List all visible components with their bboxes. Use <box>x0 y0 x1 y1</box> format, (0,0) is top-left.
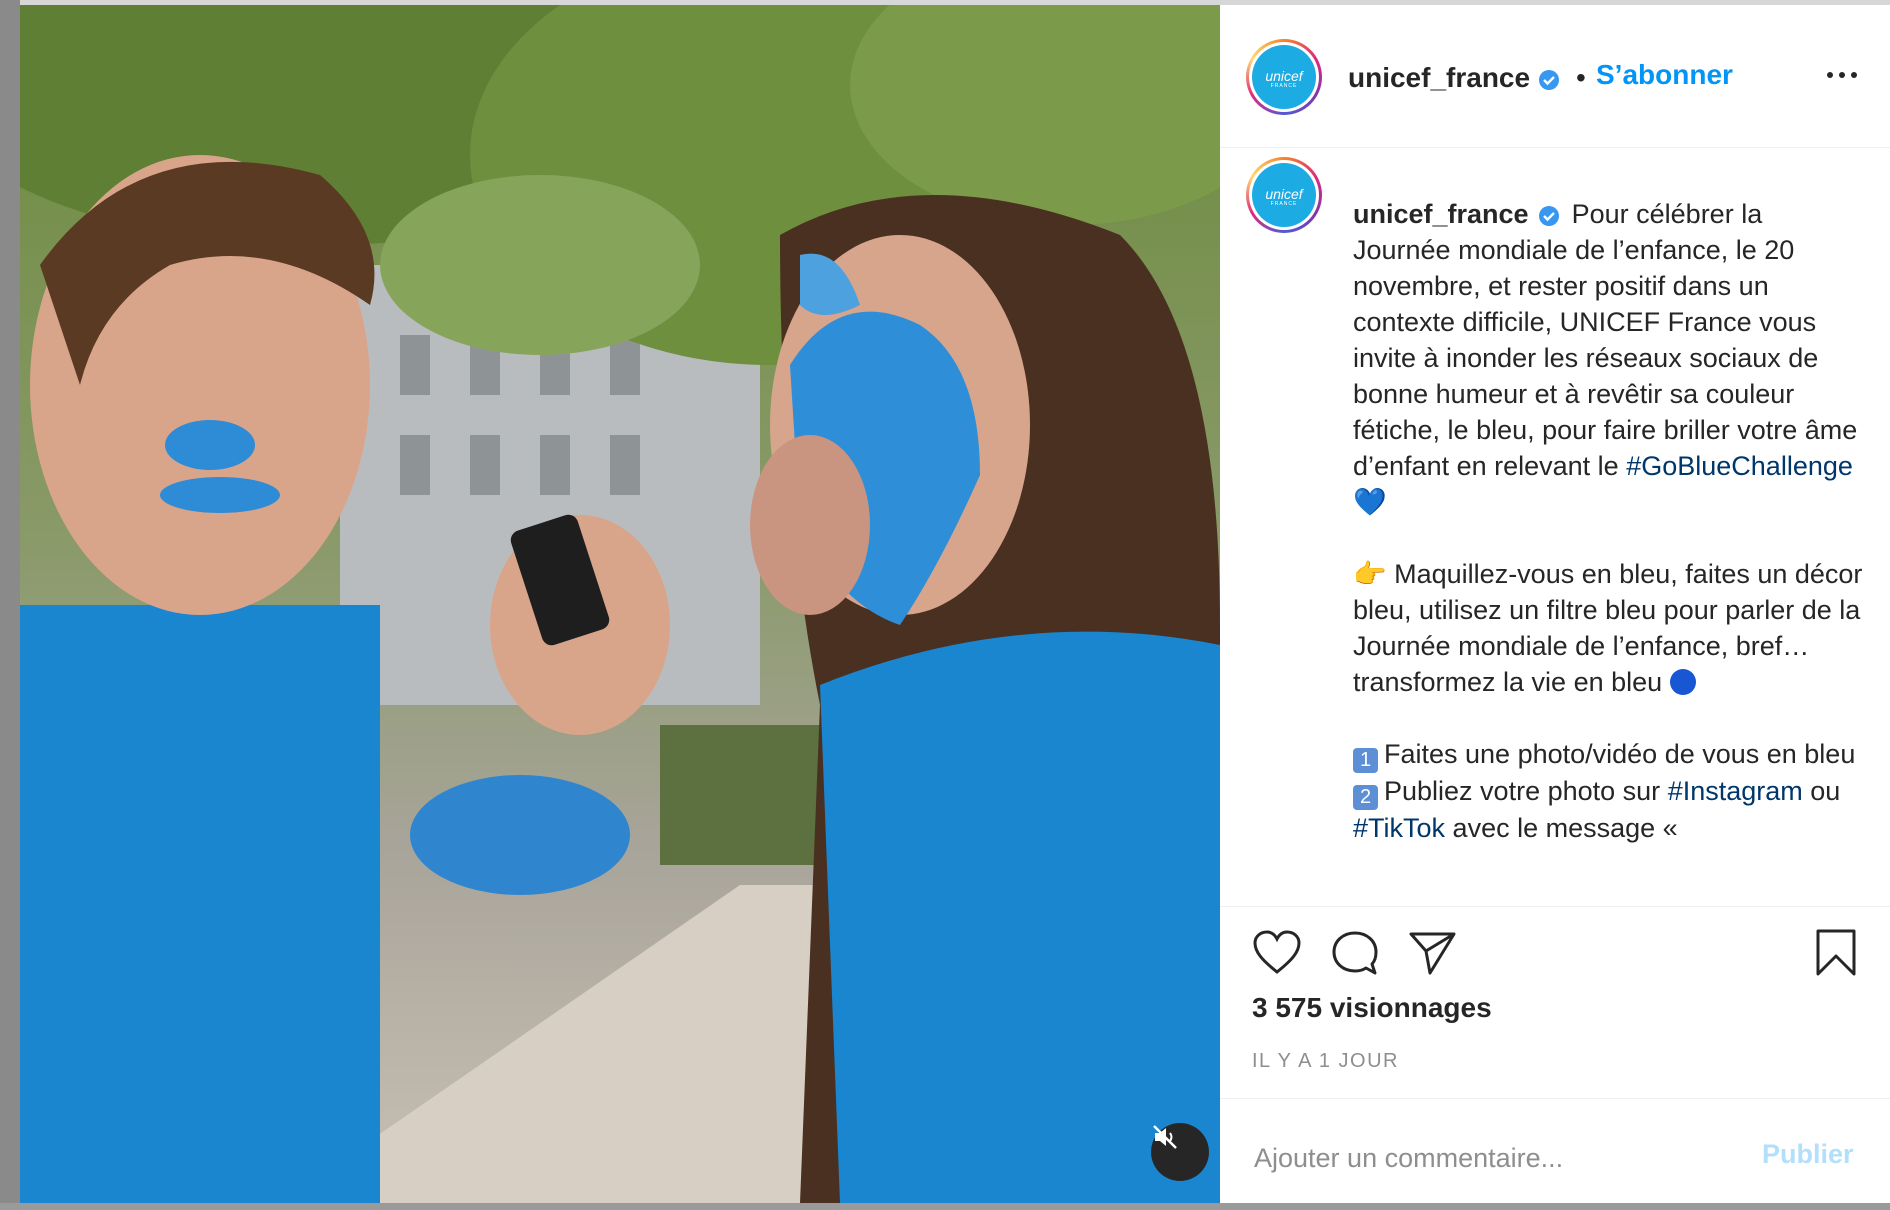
caption-username[interactable]: unicef_france <box>1353 199 1529 229</box>
bottom-window-edge <box>0 1203 1890 1210</box>
muted-speaker-icon <box>1153 1125 1177 1149</box>
caption-avatar[interactable]: unicef FRANCE <box>1246 157 1322 233</box>
caption-text: unicef_france Pour célébrer la Journée m… <box>1353 196 1863 846</box>
post-header: unicef FRANCE unicef_france • S’abonner <box>1220 5 1890 148</box>
unicef-logo-sub: FRANCE <box>1270 82 1298 89</box>
unicef-logo: unicef <box>1265 185 1303 202</box>
bookmark-icon[interactable] <box>1814 928 1858 978</box>
heart-icon[interactable] <box>1252 930 1302 976</box>
unicef-logo-sub: FRANCE <box>1270 200 1298 207</box>
comment-bar: Publier <box>1220 1098 1890 1204</box>
share-icon[interactable] <box>1408 930 1458 976</box>
video-frame-illustration <box>20 5 1220 1203</box>
header-username[interactable]: unicef_france <box>1348 62 1560 94</box>
caption-step-1: Faites une photo/vidéo de vous en bleu <box>1384 739 1856 769</box>
more-options-icon[interactable] <box>1822 65 1862 85</box>
verified-badge-icon <box>1539 69 1560 90</box>
hashtag-tiktok[interactable]: #TikTok <box>1353 813 1445 843</box>
caption-step-2a: Publiez votre photo sur <box>1384 776 1661 806</box>
comment-input[interactable] <box>1252 1137 1736 1179</box>
post-video[interactable] <box>20 5 1220 1203</box>
blue-circle-icon <box>1669 669 1696 695</box>
hashtag-goblue[interactable]: #GoBlueChallenge <box>1626 451 1853 481</box>
keycap-two-icon: 2 <box>1353 785 1378 810</box>
follow-button[interactable]: S’abonner <box>1596 59 1733 91</box>
publish-button[interactable]: Publier <box>1762 1139 1854 1170</box>
post-sidebar: unicef FRANCE unicef_france • S’abonner … <box>1220 5 1890 1203</box>
caption-step-2c: avec le message « <box>1452 813 1678 843</box>
keycap-one-icon: 1 <box>1353 748 1378 773</box>
post-actions: 3 575 visionnages IL Y A 1 JOUR <box>1220 908 1890 1098</box>
caption-scroll-area[interactable]: unicef FRANCE unicef_france Pour célébre… <box>1220 148 1890 907</box>
unicef-logo: unicef <box>1265 67 1303 84</box>
caption-intro: Pour célébrer la Journée mondiale de l’e… <box>1353 199 1858 481</box>
mute-toggle-button[interactable] <box>1151 1123 1209 1181</box>
caption-step-2b: ou <box>1810 776 1841 806</box>
comment-icon[interactable] <box>1330 930 1380 978</box>
blue-heart-icon: 💙 <box>1353 487 1387 517</box>
header-username-text[interactable]: unicef_france <box>1348 62 1530 93</box>
hashtag-instagram[interactable]: #Instagram <box>1668 776 1803 806</box>
left-window-edge <box>0 0 20 1210</box>
header-avatar[interactable]: unicef FRANCE <box>1246 39 1322 115</box>
verified-badge-icon <box>1539 205 1560 226</box>
pointing-hand-icon: 👉 <box>1353 559 1387 589</box>
caption-paragraph-2: Maquillez-vous en bleu, faites un décor … <box>1353 559 1863 697</box>
post-timestamp[interactable]: IL Y A 1 JOUR <box>1252 1050 1399 1073</box>
header-separator: • <box>1576 62 1586 93</box>
view-count[interactable]: 3 575 visionnages <box>1252 992 1492 1024</box>
